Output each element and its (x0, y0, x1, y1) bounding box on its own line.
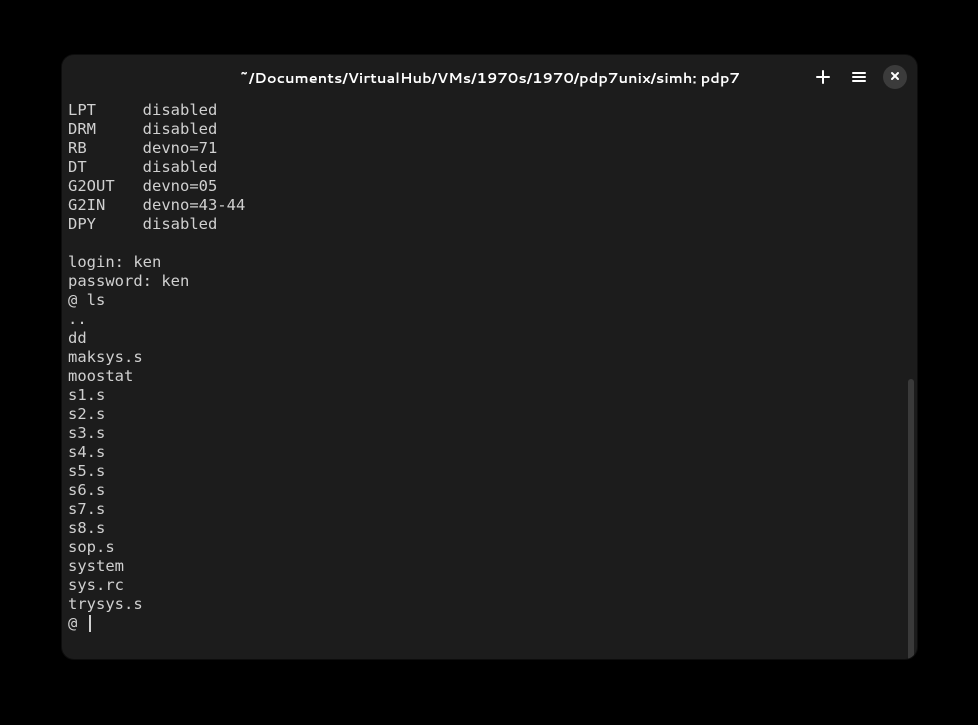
terminal-line: s8.s (68, 519, 909, 538)
hamburger-icon (851, 69, 867, 85)
terminal-line (68, 234, 909, 253)
terminal-line: RB devno=71 (68, 139, 909, 158)
terminal-line: login: ken (68, 253, 909, 272)
terminal-line: @ ls (68, 291, 909, 310)
scrollbar[interactable] (908, 379, 914, 659)
terminal-line: s2.s (68, 405, 909, 424)
terminal-window: ~/Documents/VirtualHub/VMs/1970s/1970/pd… (62, 55, 917, 659)
plus-icon (815, 69, 831, 85)
window-title: ~/Documents/VirtualHub/VMs/1970s/1970/pd… (239, 67, 740, 88)
close-button[interactable] (883, 65, 907, 89)
terminal-line: DRM disabled (68, 120, 909, 139)
terminal-line: s4.s (68, 443, 909, 462)
terminal-line: maksys.s (68, 348, 909, 367)
close-icon (889, 70, 901, 85)
terminal-line: G2IN devno=43-44 (68, 196, 909, 215)
terminal-line: G2OUT devno=05 (68, 177, 909, 196)
terminal-prompt: @ (68, 614, 87, 632)
terminal-line: system (68, 557, 909, 576)
terminal-body[interactable]: LPT disabledDRM disabledRB devno=71DT di… (62, 99, 917, 659)
terminal-line: s5.s (68, 462, 909, 481)
terminal-line: sys.rc (68, 576, 909, 595)
terminal-line: s3.s (68, 424, 909, 443)
terminal-line: .. (68, 310, 909, 329)
terminal-line: sop.s (68, 538, 909, 557)
terminal-line: dd (68, 329, 909, 348)
terminal-prompt-line: @ (68, 614, 909, 633)
new-tab-button[interactable] (811, 65, 835, 89)
terminal-line: s7.s (68, 500, 909, 519)
terminal-line: trysys.s (68, 595, 909, 614)
terminal-line: s6.s (68, 481, 909, 500)
window-controls (811, 65, 907, 89)
titlebar: ~/Documents/VirtualHub/VMs/1970s/1970/pd… (62, 55, 917, 99)
terminal-line: moostat (68, 367, 909, 386)
terminal-line: s1.s (68, 386, 909, 405)
terminal-content: LPT disabledDRM disabledRB devno=71DT di… (68, 101, 909, 633)
terminal-line: password: ken (68, 272, 909, 291)
terminal-line: DPY disabled (68, 215, 909, 234)
menu-button[interactable] (847, 65, 871, 89)
terminal-line: DT disabled (68, 158, 909, 177)
terminal-line: LPT disabled (68, 101, 909, 120)
terminal-cursor (89, 615, 91, 632)
